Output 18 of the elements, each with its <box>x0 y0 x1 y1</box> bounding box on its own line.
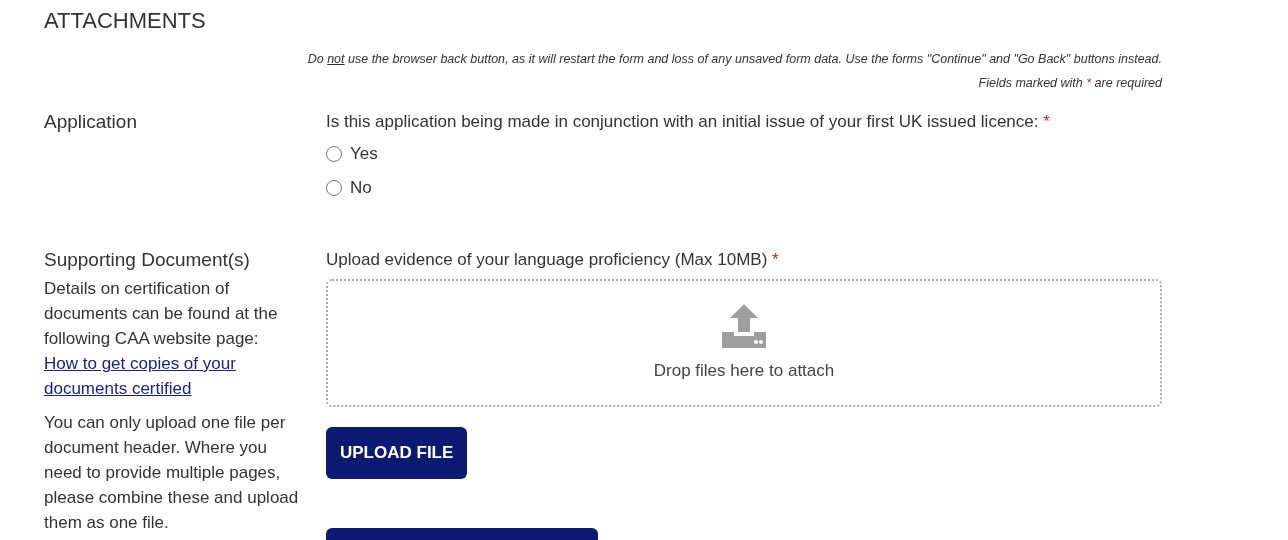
upload-file-button[interactable]: UPLOAD FILE <box>326 427 468 479</box>
radio-button[interactable] <box>326 180 342 196</box>
section-title: Supporting Document(s) <box>44 248 251 272</box>
drop-zone-text: Drop files here to attach <box>653 360 835 383</box>
back-button-notice: Do not use the browser back button, as it will restart the form and loss of any unsaved form data. Use the forms "Continue" and "Go Back" buttons instead. <box>306 51 1162 68</box>
drop-zone[interactable]: Drop files here to attach <box>326 279 1162 407</box>
required-fields-note: Fields marked with * are required <box>977 75 1162 92</box>
section-note: You can only upload one file per document header. Where you need to provide multiple pages, please combine these and upload them as one file. <box>44 412 300 534</box>
section-description: Details on certification of documents can be found at the following CAA website page: How to get copies of your documents certified <box>44 276 302 401</box>
section-title: Application <box>44 110 138 134</box>
question-label: Upload evidence of your language proficiency (Max 10MB) * <box>326 249 780 271</box>
question-label: Is this application being made in conjunction with an initial issue of your first UK issued licence: * <box>326 111 1051 133</box>
link[interactable]: How to get copies of your documents certified <box>44 351 302 401</box>
radio-button[interactable] <box>326 146 342 162</box>
radio-label: Yes <box>350 143 378 166</box>
page-heading: ATTACHMENTS <box>44 7 207 35</box>
radio-label: No <box>350 177 372 200</box>
upload-icon <box>720 302 768 351</box>
